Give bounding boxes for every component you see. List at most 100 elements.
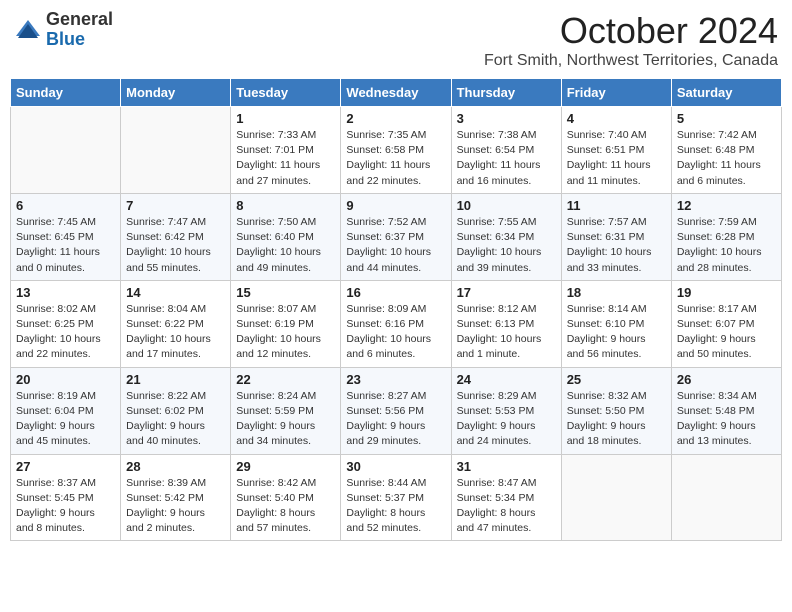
day-number: 9 (346, 198, 445, 213)
calendar-cell: 18 Sunrise: 8:14 AMSunset: 6:10 PMDaylig… (561, 280, 671, 367)
day-number: 8 (236, 198, 335, 213)
weekday-header-sunday: Sunday (11, 79, 121, 107)
day-number: 22 (236, 372, 335, 387)
day-number: 11 (567, 198, 666, 213)
day-detail: Sunrise: 7:57 AMSunset: 6:31 PMDaylight:… (567, 215, 666, 276)
day-detail: Sunrise: 7:52 AMSunset: 6:37 PMDaylight:… (346, 215, 445, 276)
calendar-cell: 28 Sunrise: 8:39 AMSunset: 5:42 PMDaylig… (121, 454, 231, 541)
calendar-cell: 16 Sunrise: 8:09 AMSunset: 6:16 PMDaylig… (341, 280, 451, 367)
day-number: 24 (457, 372, 556, 387)
day-detail: Sunrise: 8:29 AMSunset: 5:53 PMDaylight:… (457, 389, 556, 450)
calendar-cell: 14 Sunrise: 8:04 AMSunset: 6:22 PMDaylig… (121, 280, 231, 367)
day-detail: Sunrise: 7:38 AMSunset: 6:54 PMDaylight:… (457, 128, 556, 189)
title-block: October 2024 Fort Smith, Northwest Terri… (484, 10, 778, 70)
day-detail: Sunrise: 8:42 AMSunset: 5:40 PMDaylight:… (236, 476, 335, 537)
day-detail: Sunrise: 8:47 AMSunset: 5:34 PMDaylight:… (457, 476, 556, 537)
weekday-header-tuesday: Tuesday (231, 79, 341, 107)
day-number: 4 (567, 111, 666, 126)
day-detail: Sunrise: 8:27 AMSunset: 5:56 PMDaylight:… (346, 389, 445, 450)
calendar-week-1: 1 Sunrise: 7:33 AMSunset: 7:01 PMDayligh… (11, 107, 782, 194)
day-detail: Sunrise: 8:19 AMSunset: 6:04 PMDaylight:… (16, 389, 115, 450)
day-detail: Sunrise: 8:17 AMSunset: 6:07 PMDaylight:… (677, 302, 776, 363)
calendar-cell: 15 Sunrise: 8:07 AMSunset: 6:19 PMDaylig… (231, 280, 341, 367)
calendar-cell: 4 Sunrise: 7:40 AMSunset: 6:51 PMDayligh… (561, 107, 671, 194)
day-detail: Sunrise: 7:50 AMSunset: 6:40 PMDaylight:… (236, 215, 335, 276)
day-number: 1 (236, 111, 335, 126)
calendar-header: SundayMondayTuesdayWednesdayThursdayFrid… (11, 79, 782, 107)
calendar-cell: 5 Sunrise: 7:42 AMSunset: 6:48 PMDayligh… (671, 107, 781, 194)
day-number: 3 (457, 111, 556, 126)
calendar-cell (561, 454, 671, 541)
calendar-cell: 3 Sunrise: 7:38 AMSunset: 6:54 PMDayligh… (451, 107, 561, 194)
day-detail: Sunrise: 7:40 AMSunset: 6:51 PMDaylight:… (567, 128, 666, 189)
logo-general: General (46, 10, 113, 30)
day-detail: Sunrise: 8:37 AMSunset: 5:45 PMDaylight:… (16, 476, 115, 537)
day-detail: Sunrise: 8:12 AMSunset: 6:13 PMDaylight:… (457, 302, 556, 363)
calendar-cell: 19 Sunrise: 8:17 AMSunset: 6:07 PMDaylig… (671, 280, 781, 367)
day-detail: Sunrise: 7:42 AMSunset: 6:48 PMDaylight:… (677, 128, 776, 189)
calendar-cell: 30 Sunrise: 8:44 AMSunset: 5:37 PMDaylig… (341, 454, 451, 541)
day-number: 10 (457, 198, 556, 213)
day-number: 7 (126, 198, 225, 213)
day-detail: Sunrise: 8:02 AMSunset: 6:25 PMDaylight:… (16, 302, 115, 363)
day-detail: Sunrise: 8:09 AMSunset: 6:16 PMDaylight:… (346, 302, 445, 363)
calendar-body: 1 Sunrise: 7:33 AMSunset: 7:01 PMDayligh… (11, 107, 782, 541)
day-number: 28 (126, 459, 225, 474)
day-detail: Sunrise: 7:35 AMSunset: 6:58 PMDaylight:… (346, 128, 445, 189)
day-number: 18 (567, 285, 666, 300)
calendar-cell: 29 Sunrise: 8:42 AMSunset: 5:40 PMDaylig… (231, 454, 341, 541)
day-detail: Sunrise: 8:22 AMSunset: 6:02 PMDaylight:… (126, 389, 225, 450)
day-detail: Sunrise: 7:47 AMSunset: 6:42 PMDaylight:… (126, 215, 225, 276)
day-detail: Sunrise: 8:39 AMSunset: 5:42 PMDaylight:… (126, 476, 225, 537)
logo-blue-text: Blue (46, 30, 113, 50)
calendar-cell: 23 Sunrise: 8:27 AMSunset: 5:56 PMDaylig… (341, 367, 451, 454)
location-title: Fort Smith, Northwest Territories, Canad… (484, 52, 778, 70)
day-number: 19 (677, 285, 776, 300)
calendar-cell: 7 Sunrise: 7:47 AMSunset: 6:42 PMDayligh… (121, 193, 231, 280)
calendar-week-4: 20 Sunrise: 8:19 AMSunset: 6:04 PMDaylig… (11, 367, 782, 454)
calendar-cell: 12 Sunrise: 7:59 AMSunset: 6:28 PMDaylig… (671, 193, 781, 280)
day-detail: Sunrise: 7:59 AMSunset: 6:28 PMDaylight:… (677, 215, 776, 276)
day-number: 16 (346, 285, 445, 300)
day-number: 25 (567, 372, 666, 387)
day-number: 20 (16, 372, 115, 387)
weekday-header-thursday: Thursday (451, 79, 561, 107)
logo-icon (14, 16, 42, 44)
calendar-week-3: 13 Sunrise: 8:02 AMSunset: 6:25 PMDaylig… (11, 280, 782, 367)
calendar-cell: 25 Sunrise: 8:32 AMSunset: 5:50 PMDaylig… (561, 367, 671, 454)
calendar-cell: 6 Sunrise: 7:45 AMSunset: 6:45 PMDayligh… (11, 193, 121, 280)
day-detail: Sunrise: 8:04 AMSunset: 6:22 PMDaylight:… (126, 302, 225, 363)
day-detail: Sunrise: 7:55 AMSunset: 6:34 PMDaylight:… (457, 215, 556, 276)
calendar-cell: 9 Sunrise: 7:52 AMSunset: 6:37 PMDayligh… (341, 193, 451, 280)
day-detail: Sunrise: 8:34 AMSunset: 5:48 PMDaylight:… (677, 389, 776, 450)
weekday-header-row: SundayMondayTuesdayWednesdayThursdayFrid… (11, 79, 782, 107)
day-number: 21 (126, 372, 225, 387)
calendar-cell: 13 Sunrise: 8:02 AMSunset: 6:25 PMDaylig… (11, 280, 121, 367)
weekday-header-saturday: Saturday (671, 79, 781, 107)
day-detail: Sunrise: 7:45 AMSunset: 6:45 PMDaylight:… (16, 215, 115, 276)
day-detail: Sunrise: 8:14 AMSunset: 6:10 PMDaylight:… (567, 302, 666, 363)
day-number: 17 (457, 285, 556, 300)
calendar-cell: 26 Sunrise: 8:34 AMSunset: 5:48 PMDaylig… (671, 367, 781, 454)
calendar-cell: 22 Sunrise: 8:24 AMSunset: 5:59 PMDaylig… (231, 367, 341, 454)
calendar-cell: 1 Sunrise: 7:33 AMSunset: 7:01 PMDayligh… (231, 107, 341, 194)
logo-text: General Blue (46, 10, 113, 50)
day-number: 15 (236, 285, 335, 300)
day-number: 14 (126, 285, 225, 300)
calendar-cell: 10 Sunrise: 7:55 AMSunset: 6:34 PMDaylig… (451, 193, 561, 280)
calendar-cell: 27 Sunrise: 8:37 AMSunset: 5:45 PMDaylig… (11, 454, 121, 541)
day-number: 29 (236, 459, 335, 474)
calendar-cell (671, 454, 781, 541)
calendar-cell: 17 Sunrise: 8:12 AMSunset: 6:13 PMDaylig… (451, 280, 561, 367)
weekday-header-wednesday: Wednesday (341, 79, 451, 107)
day-number: 26 (677, 372, 776, 387)
day-number: 30 (346, 459, 445, 474)
calendar-table: SundayMondayTuesdayWednesdayThursdayFrid… (10, 78, 782, 541)
day-number: 27 (16, 459, 115, 474)
calendar-week-2: 6 Sunrise: 7:45 AMSunset: 6:45 PMDayligh… (11, 193, 782, 280)
calendar-cell: 31 Sunrise: 8:47 AMSunset: 5:34 PMDaylig… (451, 454, 561, 541)
calendar-cell: 8 Sunrise: 7:50 AMSunset: 6:40 PMDayligh… (231, 193, 341, 280)
day-number: 13 (16, 285, 115, 300)
day-detail: Sunrise: 8:24 AMSunset: 5:59 PMDaylight:… (236, 389, 335, 450)
calendar-cell: 2 Sunrise: 7:35 AMSunset: 6:58 PMDayligh… (341, 107, 451, 194)
